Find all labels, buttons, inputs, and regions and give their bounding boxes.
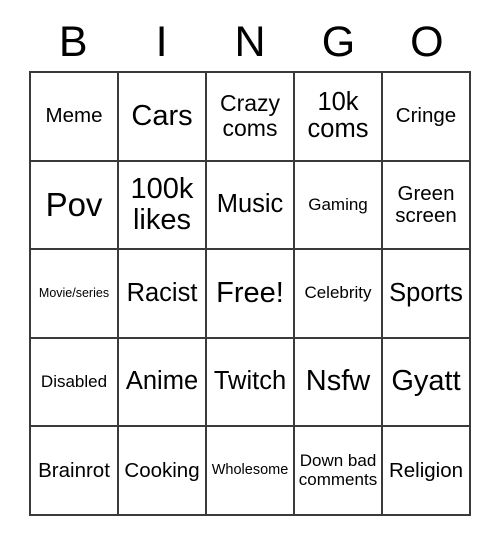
bingo-cell[interactable]: Gyatt xyxy=(383,338,471,428)
bingo-cell[interactable]: Down bad comments xyxy=(295,427,383,516)
bingo-cell-label: Disabled xyxy=(40,371,108,391)
bingo-cell[interactable]: Movie/series xyxy=(31,250,119,339)
bingo-cell-label: Anime xyxy=(125,367,199,396)
bingo-cell[interactable]: Green screen xyxy=(383,161,471,251)
bingo-cell[interactable]: Religion xyxy=(383,427,471,516)
bingo-cell-label: Pov xyxy=(45,186,103,224)
bingo-cell-label: Green screen xyxy=(395,181,457,227)
bingo-cell[interactable]: Music xyxy=(207,161,295,251)
bingo-cell-label: Religion xyxy=(388,458,464,482)
bingo-grid: Meme Cars Crazy coms 10k coms Cringe Pov 100k … xyxy=(29,71,471,516)
bingo-cell-label: Gaming xyxy=(308,194,368,214)
bingo-cell[interactable]: 10k coms xyxy=(295,73,383,162)
bingo-cell-label: Cars xyxy=(131,99,193,132)
bingo-cell-label: Brainrot xyxy=(38,458,110,482)
header-letter-i: I xyxy=(155,17,168,66)
bingo-cell-label: Movie/series xyxy=(38,285,110,300)
bingo-cell[interactable]: Gaming xyxy=(295,161,383,251)
bingo-cell[interactable]: Disabled xyxy=(31,338,119,428)
bingo-cell-label: Gyatt xyxy=(391,365,461,398)
header-letter-g: G xyxy=(321,17,356,66)
bingo-cell-label: Nsfw xyxy=(305,365,371,398)
bingo-cell-label: Racist xyxy=(126,278,198,307)
bingo-cell-label: Cooking xyxy=(124,458,200,482)
bingo-cell[interactable]: Sports xyxy=(383,250,471,339)
bingo-cell[interactable]: Crazy coms xyxy=(207,73,295,162)
bingo-header: B I N G O xyxy=(29,14,471,70)
bingo-cell-label: Down bad comments xyxy=(298,451,378,489)
bingo-cell-label: Twitch xyxy=(213,367,287,396)
bingo-cell[interactable]: Free! xyxy=(207,250,295,339)
bingo-cell-label: Sports xyxy=(389,278,463,307)
bingo-cell[interactable]: Cars xyxy=(119,73,207,162)
bingo-cell[interactable]: Celebrity xyxy=(295,250,383,339)
bingo-cell[interactable]: Twitch xyxy=(207,338,295,428)
bingo-cell[interactable]: Cooking xyxy=(119,427,207,516)
header-letter-b: B xyxy=(58,17,88,66)
bingo-cell-label: Crazy coms xyxy=(219,90,281,142)
bingo-card: B I N G O Meme Cars Crazy coms 10k coms Crin… xyxy=(0,0,500,544)
bingo-cell-label: Cringe xyxy=(395,104,457,128)
bingo-cell[interactable]: Pov xyxy=(31,161,119,251)
header-letter-o: O xyxy=(410,17,444,66)
bingo-cell-label: Free! xyxy=(216,276,284,309)
header-letter-n: N xyxy=(234,17,266,66)
bingo-cell[interactable]: Meme xyxy=(31,73,119,162)
bingo-cell-label: 100k likes xyxy=(130,172,194,236)
bingo-cell[interactable]: Anime xyxy=(119,338,207,428)
bingo-cell-label: Music xyxy=(216,190,284,219)
bingo-cell[interactable]: Wholesome xyxy=(207,427,295,516)
bingo-cell[interactable]: Brainrot xyxy=(31,427,119,516)
bingo-cell[interactable]: Nsfw xyxy=(295,338,383,428)
bingo-cell-label: 10k coms xyxy=(307,87,369,144)
bingo-cell[interactable]: Cringe xyxy=(383,73,471,162)
bingo-cell[interactable]: Racist xyxy=(119,250,207,339)
bingo-cell[interactable]: 100k likes xyxy=(119,161,207,251)
bingo-cell-label: Meme xyxy=(45,104,103,128)
bingo-cell-label: Wholesome xyxy=(211,461,289,478)
bingo-cell-label: Celebrity xyxy=(304,283,372,303)
